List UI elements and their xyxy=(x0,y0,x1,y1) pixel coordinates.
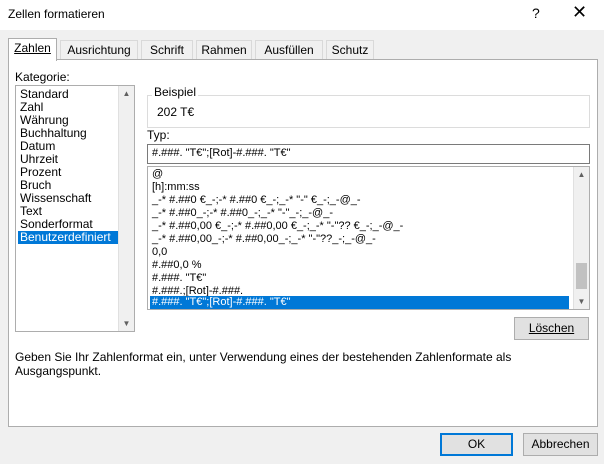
format-item[interactable]: _-* #.##0 €_-;-* #.##0 €_-;_-* "-" €_-;_… xyxy=(150,194,363,207)
format-item-selected[interactable]: #.###. "T€";[Rot]-#.###. "T€" xyxy=(150,296,569,309)
tab-schrift[interactable]: Schrift xyxy=(141,40,193,60)
format-item[interactable]: #.###. "T€" xyxy=(150,272,208,285)
category-scrollbar[interactable]: ▲ ▼ xyxy=(118,86,134,331)
format-item[interactable]: [h]:mm:ss xyxy=(150,181,202,194)
scroll-up-icon[interactable]: ▲ xyxy=(577,170,586,179)
format-item[interactable]: @ xyxy=(150,168,165,181)
tab-ausrichtung[interactable]: Ausrichtung xyxy=(60,40,138,60)
tab-schutz[interactable]: Schutz xyxy=(326,40,374,60)
tab-ausfuellen[interactable]: Ausfüllen xyxy=(255,40,323,60)
format-item[interactable]: #.##0,0 % xyxy=(150,259,204,272)
type-input[interactable]: #.###. "T€";[Rot]-#.###. "T€" xyxy=(147,144,590,164)
dialog-title: Zellen formatieren xyxy=(8,7,105,21)
close-icon[interactable]: ✕ xyxy=(572,2,587,23)
format-scrollbar[interactable]: ▲ ▼ xyxy=(573,167,589,309)
format-item[interactable]: _-* #.##0_-;-* #.##0_-;_-* "-"_-;_-@_- xyxy=(150,207,335,220)
scroll-thumb[interactable] xyxy=(576,263,587,289)
category-item-selected[interactable]: Benutzerdefiniert xyxy=(18,231,118,244)
category-label: Kategorie: xyxy=(15,70,70,84)
tab-rahmen[interactable]: Rahmen xyxy=(196,40,252,60)
scroll-down-icon[interactable]: ▼ xyxy=(122,319,131,328)
scroll-up-icon[interactable]: ▲ xyxy=(122,89,131,98)
format-item[interactable]: _-* #.##0,00_-;-* #.##0,00_-;_-* "-"??_-… xyxy=(150,233,378,246)
cancel-button[interactable]: Abbrechen xyxy=(523,433,598,456)
format-list[interactable]: @ [h]:mm:ss _-* #.##0 €_-;-* #.##0 €_-;_… xyxy=(147,166,590,310)
tab-zahlen[interactable]: Zahlen xyxy=(8,38,57,61)
help-icon[interactable]: ? xyxy=(532,5,540,21)
type-label: Typ: xyxy=(147,128,170,142)
format-item[interactable]: _-* #.##0,00 €_-;-* #.##0,00 €_-;_-* "-"… xyxy=(150,220,405,233)
example-group: 202 T€ xyxy=(147,95,590,128)
example-label: Beispiel xyxy=(152,85,199,99)
zahlen-panel: Kategorie: Standard Zahl Währung Buchhal… xyxy=(8,59,598,427)
delete-button[interactable]: Löschen xyxy=(514,317,589,340)
hint-text: Geben Sie Ihr Zahlenformat ein, unter Ve… xyxy=(15,350,512,378)
example-value: 202 T€ xyxy=(157,105,195,119)
category-list[interactable]: Standard Zahl Währung Buchhaltung Datum … xyxy=(15,85,135,332)
title-bar: Zellen formatieren ? ✕ xyxy=(0,0,604,30)
scroll-down-icon[interactable]: ▼ xyxy=(577,297,586,306)
ok-button[interactable]: OK xyxy=(440,433,513,456)
format-item[interactable]: 0,0 xyxy=(150,246,169,259)
